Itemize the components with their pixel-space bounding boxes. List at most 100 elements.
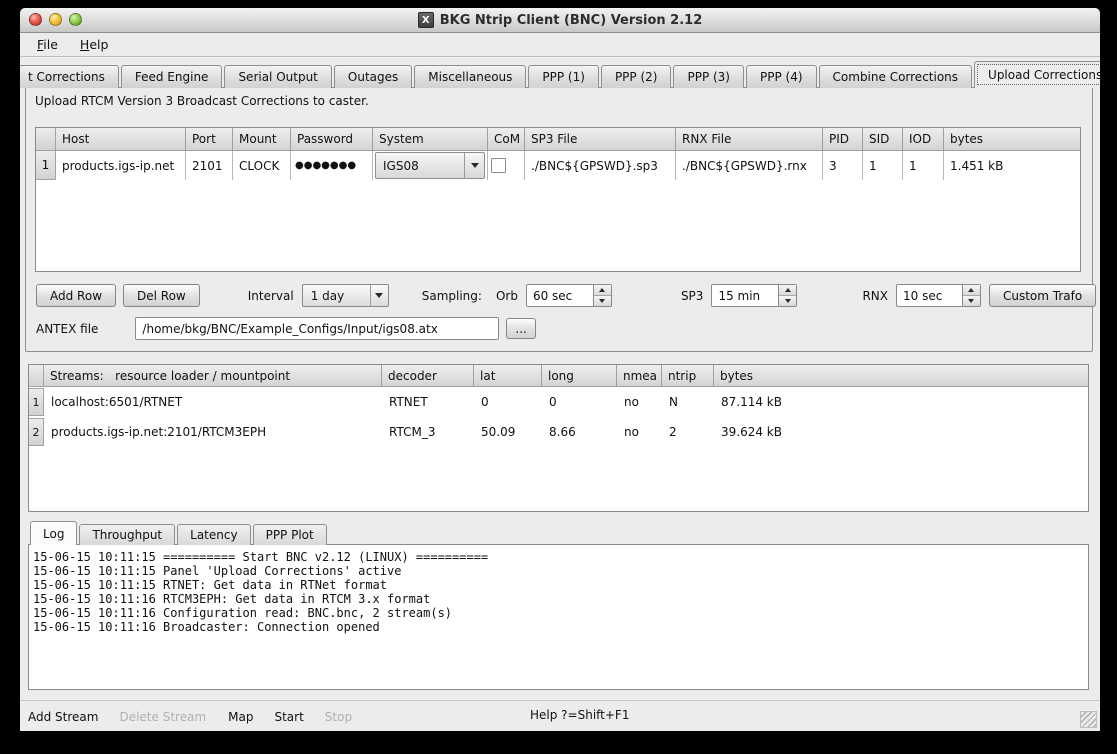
bytes-cell[interactable]: 1.451 kB [944,151,1080,180]
tab-miscellaneous[interactable]: Miscellaneous [414,65,526,88]
spin-down-button[interactable] [594,296,611,306]
orb-label: Orb [496,289,518,303]
upload-corrections-panel: Upload RTCM Version 3 Broadcast Correcti… [25,87,1093,352]
decoder-cell: RTNET [382,395,474,409]
column-header-com: CoM [488,128,525,151]
interval-combobox[interactable]: 1 day [302,284,389,307]
custom-trafo-button[interactable]: Custom Trafo [989,284,1096,307]
upload-controls-row: Add Row Del Row Interval 1 day Sampling:… [36,284,1096,307]
password-cell[interactable]: ●●●●●●● [291,151,373,180]
tab-latency[interactable]: Latency [177,524,250,545]
delete-stream-button: Delete Stream [119,710,206,724]
sp3-file-cell[interactable]: ./BNC${GPSWD}.sp3 [525,151,676,180]
browse-button[interactable]: ... [506,318,535,339]
spin-up-button[interactable] [779,285,796,296]
table-row: 1 products.igs-ip.net 2101 CLOCK ●●●●●●●… [36,151,1080,180]
start-button[interactable]: Start [274,710,303,724]
map-button[interactable]: Map [228,710,253,724]
tab-ppp-1[interactable]: PPP (1) [528,65,599,88]
column-header-bytes: bytes [714,365,1088,387]
spin-arrows [962,285,980,306]
column-header-password: Password [291,128,373,151]
column-header-system: System [373,128,488,151]
tab-ppp-2[interactable]: PPP (2) [601,65,672,88]
tab-throughput[interactable]: Throughput [79,524,175,545]
spin-down-icon [968,299,974,303]
stream-row[interactable]: 1 localhost:6501/RTNET RTNET 0 0 no N 87… [29,387,1088,417]
com-checkbox[interactable] [491,158,506,173]
combobox-arrow-button[interactable] [370,285,388,306]
tab-ppp-4[interactable]: PPP (4) [746,65,817,88]
column-header-lat: lat [474,365,542,387]
antex-file-input[interactable]: /home/bkg/BNC/Example_Configs/Input/igs0… [135,317,499,340]
column-header-ntrip: ntrip [662,365,714,387]
column-header-mountpoint: Streams: resource loader / mountpoint [44,365,382,387]
close-button[interactable] [29,13,42,26]
titlebar[interactable]: X BKG Ntrip Client (BNC) Version 2.12 [20,8,1100,33]
menu-item-help[interactable]: Help [71,35,118,54]
rnx-file-cell[interactable]: ./BNC${GPSWD}.rnx [676,151,823,180]
spin-down-icon [599,299,605,303]
resize-grip[interactable] [1080,711,1097,728]
orb-spinbox[interactable]: 60 sec [526,284,612,307]
sp3-spinbox-value: 15 min [712,285,778,306]
column-header-long: long [542,365,617,387]
interval-combobox-value: 1 day [303,289,370,303]
bottom-tab-bar: Log Throughput Latency PPP Plot [30,521,329,545]
row-header[interactable]: 2 [29,418,44,446]
spin-up-button[interactable] [594,285,611,296]
window-controls [29,13,82,26]
tab-ppp-plot[interactable]: PPP Plot [253,524,327,545]
ntrip-cell: 2 [662,425,714,439]
menu-item-file[interactable]: File [28,35,67,54]
mount-cell[interactable]: CLOCK [233,151,291,180]
title-wrap: X BKG Ntrip Client (BNC) Version 2.12 [418,12,703,28]
nmea-cell: no [617,425,662,439]
tab-upload-corrections[interactable]: Upload Corrections [974,61,1100,88]
antex-file-label: ANTEX file [36,322,98,336]
lat-cell: 0 [474,395,542,409]
system-cell: IGS08 [373,151,488,180]
pid-cell[interactable]: 3 [823,151,863,180]
column-header-rnx-file: RNX File [676,128,823,151]
tab-log[interactable]: Log [30,521,77,545]
corner-header-cell [36,128,56,151]
sampling-label: Sampling: [422,289,482,303]
interval-label: Interval [248,289,294,303]
tab-corrections[interactable]: t Corrections [20,65,119,88]
mountpoint-cell: localhost:6501/RTNET [44,395,382,409]
log-line: 15-06-15 10:11:15 ========== Start BNC v… [33,550,1084,564]
del-row-button[interactable]: Del Row [123,284,200,307]
row-header[interactable]: 1 [36,151,56,180]
minimize-button[interactable] [49,13,62,26]
spin-up-button[interactable] [963,285,980,296]
help-shortcut-label: Help ?=Shift+F1 [530,708,629,722]
rnx-spinbox[interactable]: 10 sec [896,284,981,307]
column-header-decoder: decoder [382,365,474,387]
combobox-arrow-button[interactable] [464,153,484,178]
tab-feed-engine[interactable]: Feed Engine [121,65,223,88]
row-header[interactable]: 1 [29,388,44,416]
tab-combine-corrections[interactable]: Combine Corrections [819,65,973,88]
system-combobox[interactable]: IGS08 [375,152,485,179]
log-output[interactable]: 15-06-15 10:11:15 ========== Start BNC v… [28,544,1089,690]
spin-down-button[interactable] [963,296,980,306]
add-stream-button[interactable]: Add Stream [28,710,98,724]
sp3-label: SP3 [681,289,704,303]
port-cell[interactable]: 2101 [186,151,233,180]
stream-row[interactable]: 2 products.igs-ip.net:2101/RTCM3EPH RTCM… [29,417,1088,447]
spin-up-icon [968,288,974,292]
iod-cell[interactable]: 1 [903,151,944,180]
spin-down-button[interactable] [779,296,796,306]
add-row-button[interactable]: Add Row [36,284,116,307]
sp3-spinbox[interactable]: 15 min [711,284,797,307]
tab-outages[interactable]: Outages [334,65,412,88]
host-cell[interactable]: products.igs-ip.net [56,151,186,180]
sid-cell[interactable]: 1 [863,151,903,180]
tab-serial-output[interactable]: Serial Output [224,65,331,88]
rnx-spinbox-value: 10 sec [897,285,962,306]
spin-down-icon [785,299,791,303]
window-title: BKG Ntrip Client (BNC) Version 2.12 [440,13,703,28]
tab-ppp-3[interactable]: PPP (3) [673,65,744,88]
zoom-button[interactable] [69,13,82,26]
